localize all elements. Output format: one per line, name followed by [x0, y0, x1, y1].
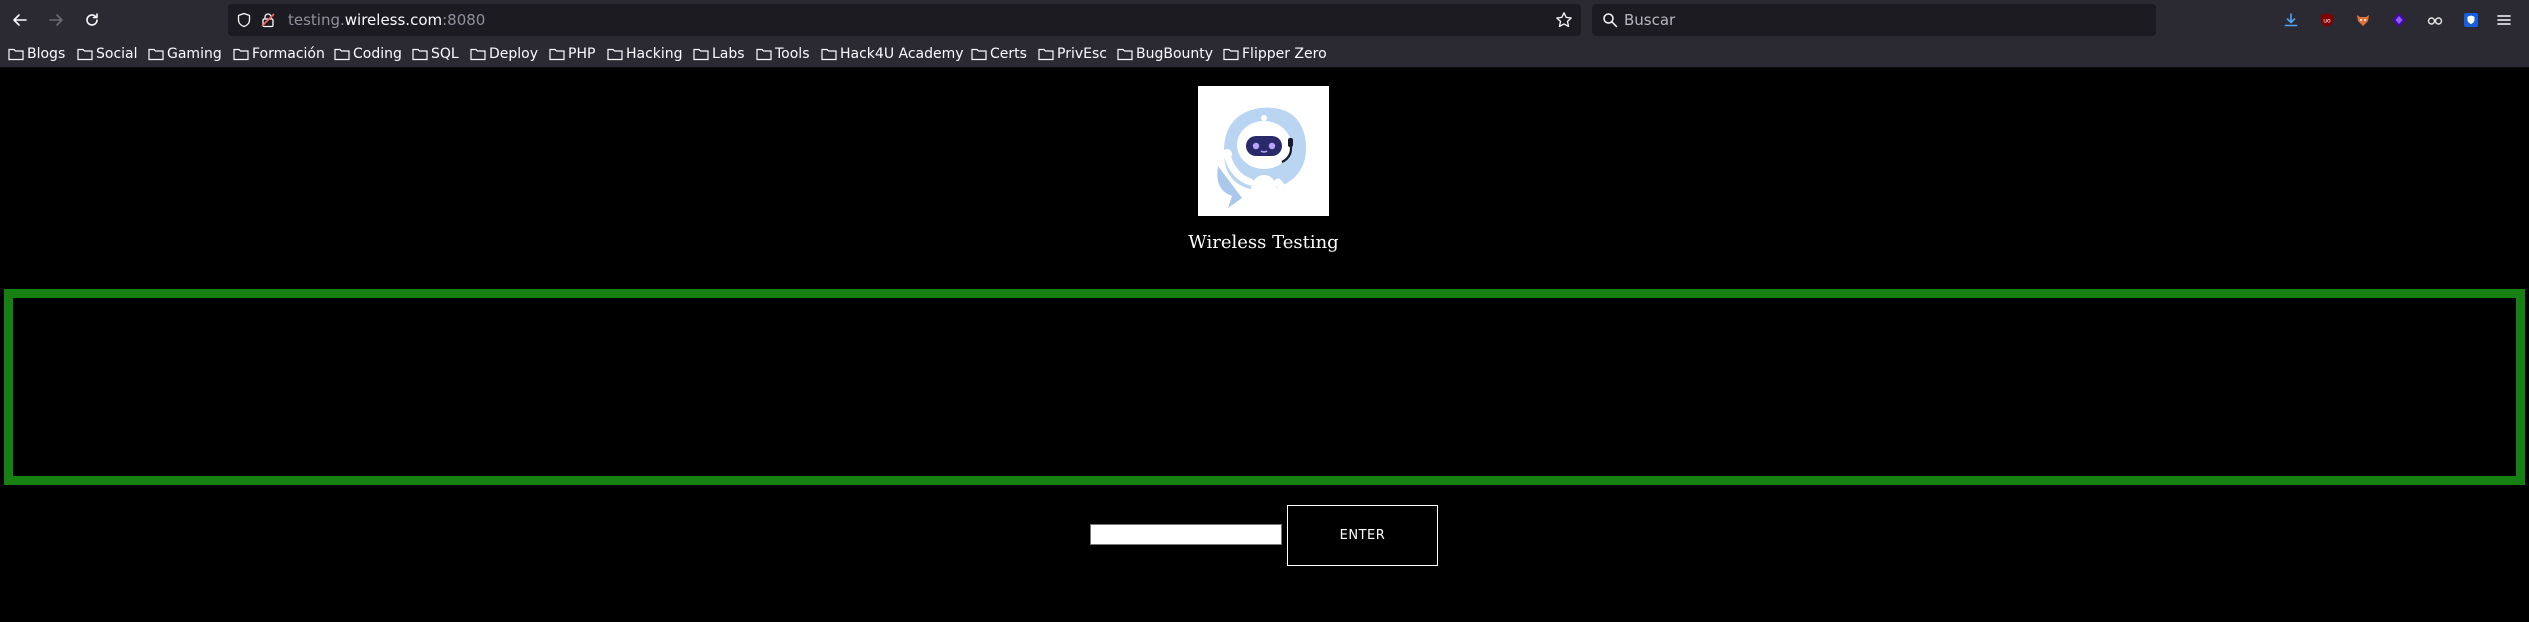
reload-icon	[86, 13, 98, 26]
bookmark-label: BugBounty	[1136, 46, 1214, 62]
app-menu-button[interactable]	[2494, 10, 2514, 30]
enter-button[interactable]: ENTER	[1287, 505, 1438, 566]
bookmark-label: Blogs	[27, 46, 66, 62]
bookmark-label: Flipper Zero	[1242, 46, 1327, 62]
folder-icon	[77, 48, 93, 61]
url-port: :8080	[442, 11, 486, 29]
folder-icon	[971, 48, 987, 61]
download-icon	[2284, 13, 2298, 27]
bookmark-folder-blogs[interactable]: Blogs	[8, 40, 65, 68]
bookmark-label: Social	[96, 46, 138, 62]
command-input[interactable]	[1090, 524, 1282, 545]
folder-icon	[607, 48, 623, 61]
bookmark-folder-hack4u-academy[interactable]: Hack4U Academy	[821, 40, 964, 68]
tracking-protection-shield-icon[interactable]	[236, 12, 252, 28]
folder-icon	[1223, 48, 1239, 61]
insecure-lock-icon[interactable]	[260, 12, 276, 28]
search-placeholder: Buscar	[1624, 11, 1676, 29]
url-bar[interactable]: testing.wireless.com:8080	[228, 4, 1581, 36]
bookmark-label: Coding	[353, 46, 402, 62]
bookmark-label: Formación	[252, 46, 325, 62]
bookmark-folder-php[interactable]: PHP	[549, 40, 595, 68]
ublock-shield-icon: uo	[2321, 13, 2333, 27]
url-subdomain: testing.	[288, 11, 345, 29]
bookmark-label: Tools	[775, 46, 810, 62]
bookmark-folder-formacion[interactable]: Formación	[233, 40, 325, 68]
bookmark-label: Gaming	[167, 46, 222, 62]
site-title: Wireless Testing	[1188, 232, 1339, 253]
folder-icon	[470, 48, 486, 61]
search-icon	[1603, 13, 1618, 28]
bitwarden-shield-icon	[2464, 13, 2478, 27]
wappalyzer-icon	[2392, 13, 2406, 27]
folder-icon	[8, 48, 24, 61]
ublock-extension-button[interactable]: uo	[2317, 10, 2337, 30]
bitwarden-extension-button[interactable]	[2461, 10, 2481, 30]
bookmark-label: Certs	[990, 46, 1027, 62]
bookmark-label: Labs	[712, 46, 745, 62]
svg-text:uo: uo	[2323, 18, 2331, 25]
bookmark-folder-certs[interactable]: Certs	[971, 40, 1027, 68]
bookmark-folder-hacking[interactable]: Hacking	[607, 40, 683, 68]
bookmark-star-icon[interactable]	[1555, 11, 1573, 29]
folder-icon	[693, 48, 709, 61]
folder-icon	[756, 48, 772, 61]
forward-arrow-icon	[49, 14, 63, 26]
foxyproxy-extension-button[interactable]	[2353, 10, 2373, 30]
robot-logo-image	[1198, 86, 1329, 216]
search-bar[interactable]: Buscar	[1592, 4, 2156, 36]
bookmark-folder-tools[interactable]: Tools	[756, 40, 810, 68]
cookie-editor-extension-button[interactable]	[2425, 10, 2445, 30]
bookmark-folder-gaming[interactable]: Gaming	[148, 40, 222, 68]
bookmark-folder-coding[interactable]: Coding	[334, 40, 402, 68]
browser-toolbar: testing.wireless.com:8080 Buscar uo	[0, 0, 2529, 40]
bookmark-folder-labs[interactable]: Labs	[693, 40, 745, 68]
bookmarks-toolbar: Blogs Social Gaming Formación Coding SQL…	[0, 40, 2529, 68]
wappalyzer-extension-button[interactable]	[2389, 10, 2409, 30]
back-button[interactable]	[6, 6, 34, 34]
hamburger-menu-icon	[2497, 15, 2511, 25]
url-text[interactable]: testing.wireless.com:8080	[288, 4, 485, 36]
reload-button[interactable]	[78, 6, 106, 34]
bookmark-label: PrivEsc	[1057, 46, 1107, 62]
forward-button[interactable]	[42, 6, 70, 34]
url-host: wireless.com	[344, 11, 443, 29]
command-output-box	[4, 289, 2525, 485]
back-arrow-icon	[13, 14, 27, 26]
bookmark-folder-sql[interactable]: SQL	[412, 40, 459, 68]
bookmark-label: Hack4U Academy	[840, 46, 964, 62]
fox-icon	[2357, 15, 2369, 26]
bookmark-folder-bugbounty[interactable]: BugBounty	[1117, 40, 1213, 68]
folder-icon	[821, 48, 837, 61]
folder-icon	[1038, 48, 1054, 61]
bookmark-folder-flipper-zero[interactable]: Flipper Zero	[1223, 40, 1327, 68]
folder-icon	[1117, 48, 1133, 61]
chatbot-robot-icon	[1217, 107, 1307, 208]
bookmark-label: PHP	[568, 46, 596, 62]
glasses-icon	[2427, 17, 2443, 25]
bookmark-folder-social[interactable]: Social	[77, 40, 138, 68]
bookmark-label: SQL	[431, 46, 459, 62]
bookmark-folder-deploy[interactable]: Deploy	[470, 40, 538, 68]
folder-icon	[412, 48, 428, 61]
folder-icon	[148, 48, 164, 61]
folder-icon	[334, 48, 350, 61]
bookmark-label: Hacking	[626, 46, 683, 62]
folder-icon	[233, 48, 249, 61]
downloads-button[interactable]	[2281, 10, 2301, 30]
bookmark-label: Deploy	[489, 46, 539, 62]
folder-icon	[549, 48, 565, 61]
bookmark-folder-privesc[interactable]: PrivEsc	[1038, 40, 1107, 68]
